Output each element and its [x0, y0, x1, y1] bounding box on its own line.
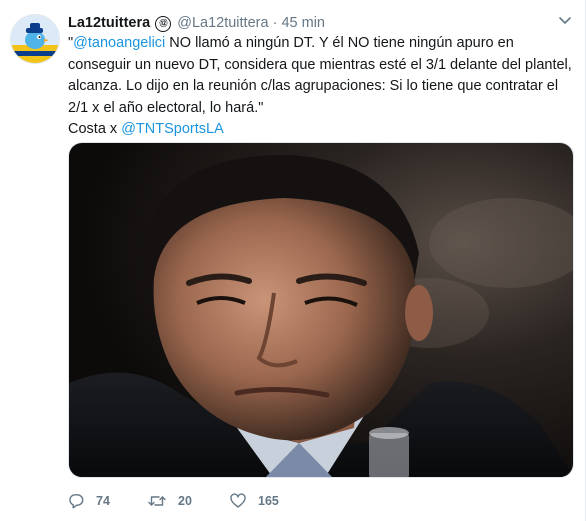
tweet-photo[interactable] — [68, 142, 574, 478]
handle[interactable]: @La12tuittera — [177, 15, 268, 31]
like-count: 165 — [258, 494, 279, 508]
heart-icon — [230, 493, 246, 508]
credit-mention-link[interactable]: @TNTSportsLA — [121, 121, 224, 137]
credit-prefix: Costa x — [68, 121, 122, 137]
chevron-down-icon[interactable] — [558, 13, 572, 27]
retweet-icon — [148, 496, 166, 506]
like-button[interactable]: 165 — [230, 490, 279, 512]
timestamp[interactable]: 45 min — [281, 15, 325, 31]
display-name[interactable]: La12tuittera — [68, 15, 150, 31]
reply-count: 74 — [96, 494, 110, 508]
avatar-mascot-icon — [11, 15, 59, 63]
man-portrait-photo-icon — [69, 143, 573, 477]
number-badge: ⑫ — [155, 16, 172, 32]
retweet-count: 20 — [178, 494, 192, 508]
tweet-header: La12tuittera ⑫ @La12tuittera · 45 min — [68, 13, 325, 33]
reply-icon — [69, 494, 84, 509]
mention-link[interactable]: @tanoangelici — [73, 35, 165, 51]
reply-button[interactable]: 74 — [68, 490, 110, 512]
tweet-text: "@tanoangelici NO llamó a ningún DT. Y é… — [68, 33, 574, 141]
tweet-actions: 74 20 165 — [68, 490, 368, 512]
avatar[interactable] — [10, 14, 60, 64]
separator: · — [272, 15, 278, 31]
retweet-button[interactable]: 20 — [148, 490, 192, 512]
